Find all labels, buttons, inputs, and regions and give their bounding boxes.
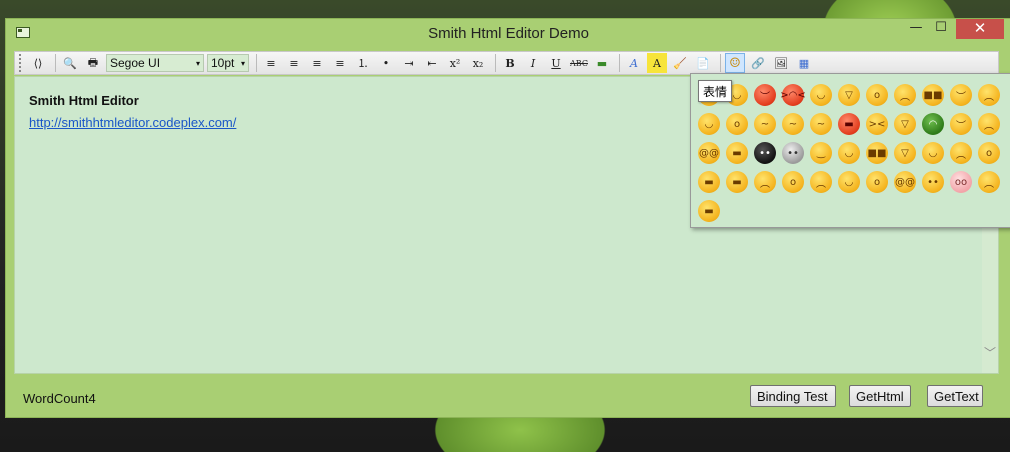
emoticon-icon[interactable]: ☺ <box>725 53 745 73</box>
paste-text-icon[interactable]: 📄 <box>693 53 713 73</box>
bullet-list-icon[interactable]: • <box>376 53 396 73</box>
print-icon[interactable]: 🖶 <box>83 53 103 73</box>
emoticon-icon[interactable]: ~ <box>754 113 776 135</box>
emoticon-icon[interactable]: ︵ <box>978 113 1000 135</box>
emoticon-icon[interactable]: ▬ <box>726 171 748 193</box>
emoticon-icon[interactable]: o <box>866 171 888 193</box>
emoticon-icon[interactable]: o <box>978 142 1000 164</box>
justify-icon[interactable]: ≡ <box>330 53 350 73</box>
emoticon-grid: •◡•◡︶>◠<◡▽o︵■■︶︵◡o~~~▬><▽◠︶︵@@▬••••‿◡■■▽… <box>698 84 1010 227</box>
hyperlink-icon[interactable]: 🔗 <box>748 53 768 73</box>
align-left-icon[interactable]: ≡ <box>261 53 281 73</box>
emoticon-icon[interactable]: •• <box>922 171 944 193</box>
emoticon-icon[interactable]: •• <box>754 142 776 164</box>
font-family-value: Segoe UI <box>110 56 161 70</box>
align-center-icon[interactable]: ≡ <box>284 53 304 73</box>
emoticon-icon[interactable]: •• <box>782 142 804 164</box>
maximize-button[interactable]: ☐ <box>931 19 951 39</box>
emoticon-icon[interactable]: ◡ <box>698 113 720 135</box>
emoticon-tooltip: 表情 <box>698 80 733 102</box>
close-button[interactable]: ✕ <box>956 19 1004 39</box>
emoticon-icon[interactable]: ◡ <box>922 142 944 164</box>
emoticon-icon[interactable]: ︵ <box>894 84 916 106</box>
emoticon-icon[interactable]: @@ <box>894 171 916 193</box>
emoticon-icon[interactable]: ■■ <box>922 84 944 106</box>
insert-image-icon[interactable]: 🖼 <box>771 53 791 73</box>
underline-icon[interactable]: U <box>546 53 566 73</box>
title-bar[interactable]: Smith Html Editor Demo — ☐ ✕ <box>6 19 1010 49</box>
emoticon-icon[interactable]: o <box>782 171 804 193</box>
emoticon-icon[interactable]: ︵ <box>754 171 776 193</box>
binding-test-button[interactable]: Binding Test <box>750 385 836 407</box>
strikethrough-icon[interactable]: ABC <box>569 53 589 73</box>
emoticon-icon[interactable]: ▽ <box>838 84 860 106</box>
font-size-value: 10pt <box>211 56 235 70</box>
font-color-icon[interactable]: A <box>624 53 644 73</box>
emoticon-icon[interactable]: ▬ <box>726 142 748 164</box>
emoticon-icon[interactable]: >< <box>866 113 888 135</box>
chevron-down-icon: ▾ <box>240 58 245 68</box>
toolbar-separator <box>619 54 620 72</box>
emoticon-icon[interactable]: o <box>866 84 888 106</box>
print-preview-icon[interactable]: 🔍 <box>60 53 80 73</box>
toolbar-separator <box>256 54 257 72</box>
emoticon-icon[interactable]: ‿ <box>810 142 832 164</box>
clear-format-icon[interactable]: 🧹 <box>670 53 690 73</box>
emoticon-icon[interactable]: ︶ <box>950 84 972 106</box>
align-right-icon[interactable]: ≡ <box>307 53 327 73</box>
emoticon-icon[interactable]: @@ <box>698 142 720 164</box>
insert-table-icon[interactable]: ▦ <box>794 53 814 73</box>
scroll-down-icon[interactable]: ﹀ <box>984 344 996 361</box>
outdent-icon[interactable]: ⇤ <box>422 53 442 73</box>
toolbar-grip[interactable] <box>19 54 24 72</box>
toolbar-separator <box>495 54 496 72</box>
emoticon-icon[interactable]: ~ <box>782 113 804 135</box>
emoticon-icon[interactable]: ︵ <box>950 142 972 164</box>
minimize-button[interactable]: — <box>906 19 926 39</box>
highlight-color-icon[interactable]: A <box>647 53 667 73</box>
emoticon-icon[interactable]: ︶ <box>754 84 776 106</box>
editor-toolbar: ⟨⟩ 🔍 🖶 Segoe UI ▾ 10pt ▾ ≡ ≡ ≡ ≡ ⒈ • ⇥ ⇤… <box>14 51 999 75</box>
chevron-down-icon: ▾ <box>195 58 200 68</box>
bold-icon[interactable]: B <box>500 53 520 73</box>
emoticon-icon[interactable]: ▬ <box>838 113 860 135</box>
emoticon-icon[interactable]: ■■ <box>866 142 888 164</box>
emoticon-icon[interactable]: >◠< <box>780 84 806 106</box>
emoticon-icon[interactable]: ◠ <box>922 113 944 135</box>
emoticon-icon[interactable]: ◡ <box>810 84 832 106</box>
emoticon-icon[interactable]: ◡ <box>838 171 860 193</box>
status-bar: WordCount4 Binding Test GetHtml GetText <box>14 375 999 415</box>
emoticon-icon[interactable]: ▬ <box>698 200 720 222</box>
emoticon-icon[interactable]: oo <box>950 171 972 193</box>
toolbar-separator <box>55 54 56 72</box>
get-text-button[interactable]: GetText <box>927 385 983 407</box>
emoticon-icon[interactable]: ▽ <box>894 142 916 164</box>
subscript-icon[interactable]: x₂ <box>468 53 488 73</box>
emoticon-icon[interactable]: ◡ <box>838 142 860 164</box>
font-family-select[interactable]: Segoe UI ▾ <box>106 54 204 72</box>
emoticon-icon[interactable]: ︵ <box>810 171 832 193</box>
emoticon-icon[interactable]: ~ <box>810 113 832 135</box>
get-html-button[interactable]: GetHtml <box>849 385 911 407</box>
horizontal-line-icon[interactable]: ▬ <box>592 53 612 73</box>
numbered-list-icon[interactable]: ⒈ <box>353 53 373 73</box>
emoticon-popup: •◡•◡︶>◠<◡▽o︵■■︶︵◡o~~~▬><▽◠︶︵@@▬••••‿◡■■▽… <box>690 73 1010 228</box>
content-link[interactable]: http://smithhtmleditor.codeplex.com/ <box>29 115 236 130</box>
superscript-icon[interactable]: x² <box>445 53 465 73</box>
font-size-select[interactable]: 10pt ▾ <box>207 54 249 72</box>
toolbar-separator <box>720 54 721 72</box>
emoticon-icon[interactable]: ︵ <box>978 171 1000 193</box>
emoticon-icon[interactable]: ︵ <box>978 84 1000 106</box>
indent-icon[interactable]: ⇥ <box>399 53 419 73</box>
italic-icon[interactable]: I <box>523 53 543 73</box>
word-count: WordCount4 <box>23 391 96 406</box>
emoticon-icon[interactable]: o <box>726 113 748 135</box>
source-view-icon[interactable]: ⟨⟩ <box>28 53 48 73</box>
emoticon-icon[interactable]: ︶ <box>950 113 972 135</box>
window-title: Smith Html Editor Demo <box>428 25 589 42</box>
content-heading: Smith Html Editor <box>29 93 139 108</box>
emoticon-icon[interactable]: ▬ <box>698 171 720 193</box>
emoticon-icon[interactable]: ▽ <box>894 113 916 135</box>
